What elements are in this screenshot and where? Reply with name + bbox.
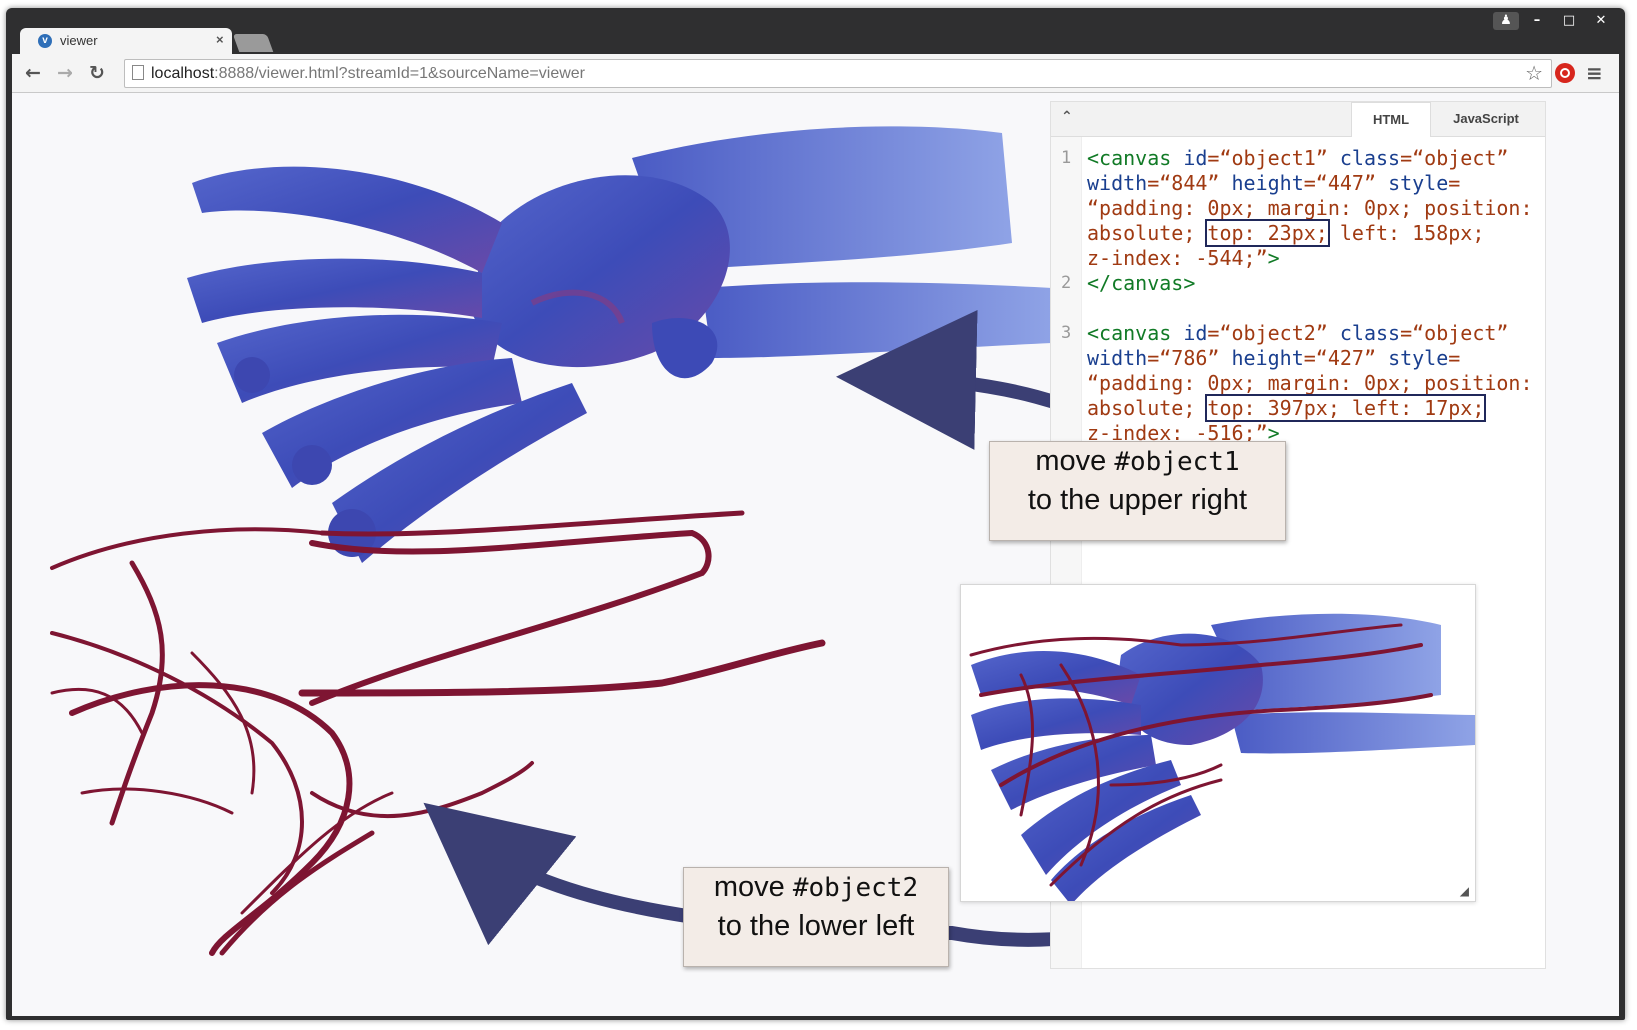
browser-window: v viewer × ♟ – □ ✕ ← → ↻ localhost:8888/… bbox=[6, 8, 1625, 1020]
code-token: </canvas> bbox=[1087, 271, 1196, 295]
extension-icon[interactable] bbox=[1555, 63, 1575, 83]
highlighted-style: top: 23px; bbox=[1205, 219, 1330, 247]
title-bar: v viewer × ♟ – □ ✕ bbox=[6, 8, 1625, 54]
preview-scene bbox=[969, 613, 1475, 901]
code-line[interactable]: absolute; top: 397px; left: 17px; bbox=[1087, 394, 1545, 422]
code-line[interactable]: width=“844” height=“447” style= bbox=[1087, 171, 1545, 196]
tab-viewer[interactable]: v viewer × bbox=[20, 28, 232, 54]
code-line[interactable] bbox=[1087, 296, 1545, 321]
code-token: =“427” bbox=[1303, 346, 1389, 370]
preview-thumbnail[interactable]: ◢ bbox=[960, 584, 1476, 902]
code-token: =“786” bbox=[1147, 346, 1232, 370]
callout-verb: move bbox=[713, 871, 793, 903]
url-path: :8888/viewer.html?streamId=1&sourceName=… bbox=[214, 65, 585, 82]
callout-line-1: move #object2 bbox=[684, 868, 948, 907]
code-line[interactable]: width=“786” height=“427” style= bbox=[1087, 346, 1545, 371]
page-icon bbox=[132, 65, 144, 80]
line-number: 3 bbox=[1061, 323, 1072, 343]
callout-target: #object2 bbox=[792, 873, 919, 903]
highlighted-style: top: 397px; left: 17px; bbox=[1205, 394, 1487, 422]
code-token: style bbox=[1388, 171, 1449, 195]
line-number: 1 bbox=[1061, 148, 1072, 168]
code-token: left: 158px; bbox=[1327, 221, 1485, 245]
address-bar[interactable]: localhost:8888/viewer.html?streamId=1&so… bbox=[124, 59, 1552, 88]
code-token: class bbox=[1339, 146, 1401, 170]
code-token: “padding: 0px; margin: 0px; position: bbox=[1087, 196, 1533, 220]
callout-move-object1: move #object1 to the upper right bbox=[989, 441, 1286, 541]
code-token: =“844” bbox=[1147, 171, 1232, 195]
code-token: z-index: -544;” bbox=[1087, 246, 1268, 270]
code-area[interactable]: 1 <canvas id=“object1” class=“object” widt… bbox=[1061, 146, 1545, 446]
code-token: height bbox=[1231, 171, 1304, 195]
code-token: > bbox=[1267, 246, 1280, 270]
code-token: = bbox=[1448, 346, 1461, 370]
hand-bones-volume[interactable] bbox=[187, 126, 1052, 563]
reload-icon[interactable]: ↻ bbox=[86, 62, 108, 84]
user-profile-icon[interactable]: ♟ bbox=[1493, 12, 1519, 30]
url-text[interactable]: localhost:8888/viewer.html?streamId=1&so… bbox=[151, 65, 585, 83]
code-token: class bbox=[1339, 321, 1401, 345]
code-token: =“object” bbox=[1400, 146, 1509, 170]
code-token: id bbox=[1183, 321, 1208, 345]
minimize-button[interactable]: – bbox=[1523, 12, 1551, 30]
code-line[interactable]: z-index: -544;”> bbox=[1087, 246, 1545, 271]
callout-verb: move bbox=[1035, 445, 1115, 477]
code-token: width bbox=[1087, 171, 1148, 195]
code-token: = bbox=[1448, 171, 1461, 195]
menu-icon[interactable]: ≡ bbox=[1586, 62, 1603, 84]
editor-header: ⌃ HTML JavaScript bbox=[1051, 102, 1545, 137]
bookmark-star-icon[interactable]: ☆ bbox=[1525, 62, 1543, 84]
code-line[interactable]: “padding: 0px; margin: 0px; position: bbox=[1087, 196, 1545, 221]
page-viewport: ⌃ HTML JavaScript 1 <canvas id=“object1” … bbox=[12, 93, 1619, 1016]
ulna-head bbox=[652, 317, 718, 379]
code-token: height bbox=[1231, 346, 1304, 370]
forward-icon[interactable]: → bbox=[54, 62, 76, 84]
finger-2 bbox=[187, 258, 482, 323]
tab-title: viewer bbox=[60, 33, 98, 48]
code-token: =“object” bbox=[1400, 321, 1509, 345]
code-line[interactable]: absolute; top: 23px; left: 158px; bbox=[1087, 219, 1545, 247]
code-token: <canvas bbox=[1087, 321, 1184, 345]
callout-target: #object1 bbox=[1114, 447, 1240, 477]
tab-html[interactable]: HTML bbox=[1351, 102, 1431, 137]
viewer-favicon-icon: v bbox=[38, 34, 52, 48]
code-token: absolute; bbox=[1087, 221, 1208, 245]
url-host: localhost bbox=[151, 65, 215, 82]
callout-line-2: to the lower left bbox=[717, 910, 915, 942]
code-token: =“object1” bbox=[1207, 146, 1340, 170]
code-line[interactable]: 3 <canvas id=“object2” class=“object” bbox=[1061, 321, 1545, 346]
callout-line-1: move #object1 bbox=[990, 442, 1285, 481]
callout-move-object2: move #object2 to the lower left bbox=[683, 867, 949, 967]
new-tab-button[interactable] bbox=[232, 34, 274, 52]
code-token: absolute; bbox=[1087, 396, 1208, 420]
line-number: 2 bbox=[1061, 273, 1072, 293]
code-line[interactable]: 1 <canvas id=“object1” class=“object” bbox=[1061, 146, 1545, 171]
tab-close-icon[interactable]: × bbox=[216, 33, 224, 47]
code-line[interactable]: “padding: 0px; margin: 0px; position: bbox=[1087, 371, 1545, 396]
resize-handle-icon[interactable]: ◢ bbox=[1460, 885, 1469, 897]
forearm-bone-ulna bbox=[702, 282, 1052, 358]
maximize-button[interactable]: □ bbox=[1555, 12, 1583, 30]
callout-line-2: to the upper right bbox=[1027, 484, 1248, 516]
thumb-metacarpal bbox=[192, 166, 502, 273]
code-line[interactable]: 2 </canvas> bbox=[1061, 271, 1545, 296]
tab-javascript[interactable]: JavaScript bbox=[1431, 102, 1541, 136]
close-window-button[interactable]: ✕ bbox=[1587, 12, 1615, 30]
code-token: <canvas bbox=[1087, 146, 1184, 170]
window-controls: ♟ – □ ✕ bbox=[1493, 12, 1615, 32]
code-token: =“object2” bbox=[1207, 321, 1340, 345]
code-token: =“447” bbox=[1303, 171, 1389, 195]
code-token: style bbox=[1388, 346, 1449, 370]
code-token: “padding: 0px; margin: 0px; position: bbox=[1087, 371, 1533, 395]
back-icon[interactable]: ← bbox=[22, 62, 44, 84]
code-token: id bbox=[1183, 146, 1208, 170]
browser-toolbar: ← → ↻ localhost:8888/viewer.html?streamI… bbox=[12, 54, 1619, 93]
collapse-icon[interactable]: ⌃ bbox=[1061, 108, 1073, 126]
code-token: width bbox=[1087, 346, 1148, 370]
